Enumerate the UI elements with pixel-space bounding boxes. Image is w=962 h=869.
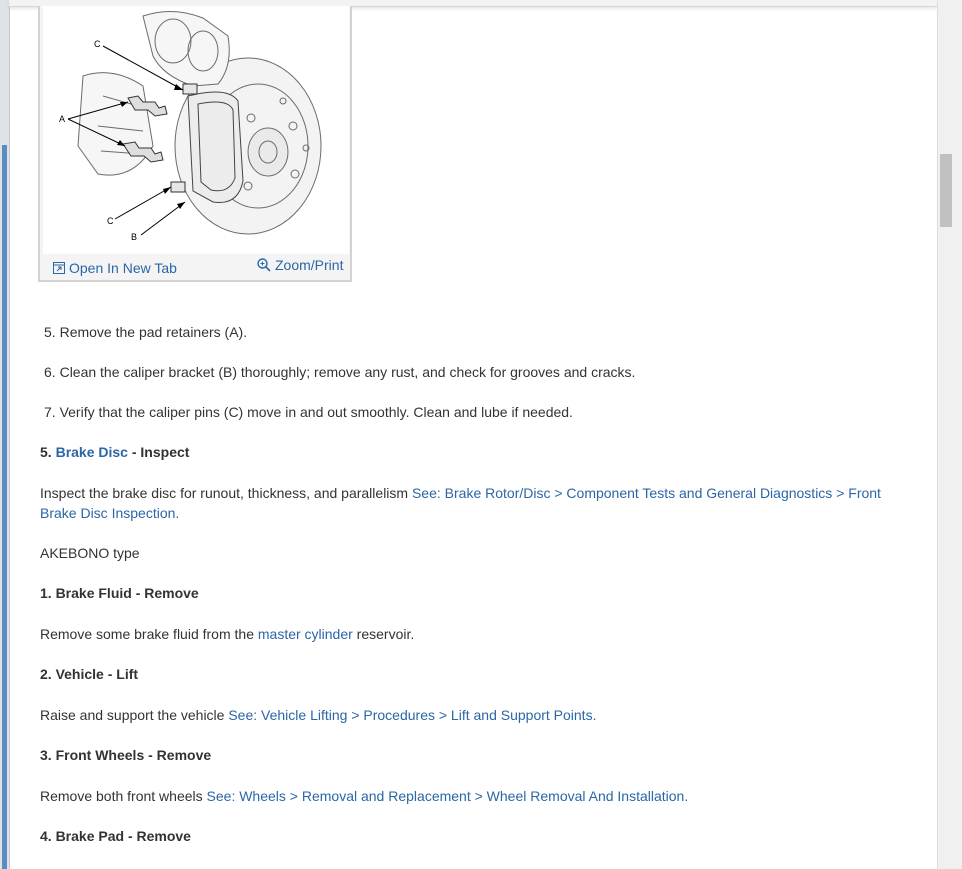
master-cylinder-link[interactable]: master cylinder [258,626,353,642]
brake-fluid-heading: 1. Brake Fluid - Remove [40,585,199,601]
step-item: 5. Remove the pad retainers (A). [44,322,247,342]
paragraph-text: reservoir. [352,626,415,642]
brake-caliper-diagram: C A C B [43,6,349,254]
open-in-new-tab-label: Open In New Tab [69,260,177,276]
brake-pad-heading: 4. Brake Pad - Remove [40,828,191,844]
brake-rotor-inspection-link[interactable]: See: Brake Rotor/Disc > Component Tests … [412,485,881,501]
step-number: 5. [44,324,56,340]
akebono-type-label: AKEBONO type [40,545,140,561]
wheel-removal-link[interactable]: See: Wheels > Removal and Replacement > … [207,788,685,804]
vertical-scrollbar[interactable] [937,0,962,869]
link-period: . [684,788,689,804]
callout-c-top: C [94,39,101,49]
diagram-drawing: C A C B [59,11,322,242]
vehicle-lift-paragraph: Raise and support the vehicle See: Vehic… [40,705,596,725]
scrollbar-thumb[interactable] [940,154,952,227]
step-text: Verify that the caliper pins (C) move in… [59,404,573,420]
vehicle-lifting-link[interactable]: See: Vehicle Lifting > Procedures > Lift… [228,707,592,723]
paragraph-text: Raise and support the vehicle [40,707,229,723]
brake-fluid-paragraph: Remove some brake fluid from the master … [40,624,414,644]
zoom-print-label: Zoom/Print [275,257,344,273]
paragraph-text: Inspect the brake disc for runout, thick… [40,485,412,501]
brake-disc-link[interactable]: Brake Disc [56,444,128,460]
brake-disc-heading: 5. Brake Disc - Inspect [40,442,189,462]
heading-suffix: - Inspect [127,444,190,460]
link-period: . [592,707,597,723]
brake-diagram-figure: C A C B Open In New Tab Zoom/Print [38,6,352,282]
step-number: 6. [44,364,56,380]
step-item: 7. Verify that the caliper pins (C) move… [44,402,573,422]
brake-disc-paragraph: Inspect the brake disc for runout, thick… [40,483,881,503]
paragraph-text: Remove some brake fluid from the [40,626,258,642]
vehicle-lift-heading: 2. Vehicle - Lift [40,666,139,682]
step-text: Clean the caliper bracket (B) thoroughly… [59,364,636,380]
brake-disc-paragraph-cont: Brake Disc Inspection. [40,503,179,523]
open-in-new-tab-button[interactable]: Open In New Tab [53,260,177,276]
callout-b: B [131,232,137,242]
callout-a: A [59,114,65,124]
front-wheels-paragraph: Remove both front wheels See: Wheels > R… [40,786,688,806]
zoom-icon [257,258,271,272]
step-number: 7. [44,404,56,420]
callout-c-bottom: C [107,216,114,226]
front-wheels-heading: 3. Front Wheels - Remove [40,747,212,763]
new-tab-icon [53,262,65,274]
heading-number: 5. [40,444,52,460]
window-left-edge [0,0,10,869]
paragraph-text: Remove both front wheels [40,788,207,804]
step-text: Remove the pad retainers (A). [59,324,248,340]
window-accent-bar [2,145,7,869]
zoom-print-button[interactable]: Zoom/Print [257,257,343,273]
link-period: . [175,505,180,521]
brake-rotor-inspection-link-cont[interactable]: Brake Disc Inspection [40,505,175,521]
step-item: 6. Clean the caliper bracket (B) thoroug… [44,362,635,382]
